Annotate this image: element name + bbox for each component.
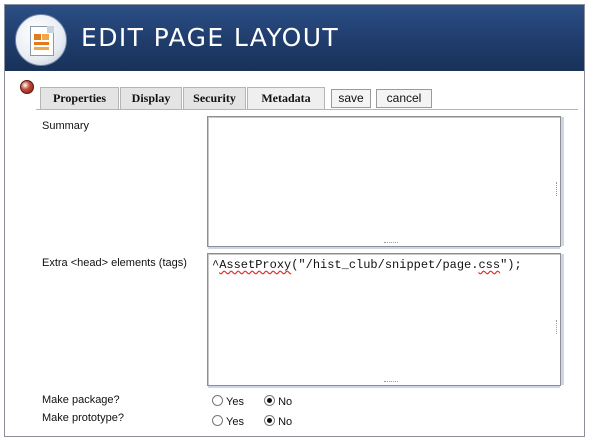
extra-head-textarea[interactable]: ^AssetProxy("/hist_club/snippet/page.css…: [207, 253, 564, 388]
make-package-label: Make package?: [42, 394, 120, 406]
tab-metadata[interactable]: Metadata: [247, 87, 325, 109]
make-prototype-no-label: No: [278, 416, 293, 428]
make-prototype-yes-label: Yes: [226, 416, 244, 428]
extra-head-label: Extra <head> elements (tags): [42, 257, 187, 269]
make-package-yes-label: Yes: [226, 396, 244, 408]
tab-security[interactable]: Security: [183, 87, 246, 109]
resize-bar-right[interactable]: [561, 254, 564, 385]
make-prototype-radio-group: Yes No: [212, 415, 292, 428]
resize-grip[interactable]: [384, 242, 398, 245]
summary-textarea[interactable]: [207, 116, 564, 249]
make-package-no-label: No: [278, 396, 293, 408]
edit-page-layout-window: EDIT PAGE LAYOUT Properties Display Secu…: [4, 4, 585, 437]
make-package-no-radio[interactable]: [264, 395, 276, 406]
resize-bar-right[interactable]: [561, 117, 564, 246]
status-globe-icon: [20, 80, 34, 94]
document-icon: [30, 26, 54, 56]
page-layout-icon: [15, 14, 67, 66]
extra-head-value: ^AssetProxy("/hist_club/snippet/page.css…: [212, 258, 522, 272]
metadata-panel: Summary Extra <head> elements (tags) ^As…: [36, 109, 578, 430]
tab-display[interactable]: Display: [120, 87, 182, 109]
save-button[interactable]: save: [331, 89, 371, 108]
make-prototype-yes-radio[interactable]: [212, 415, 223, 426]
make-package-radio-group: Yes No: [212, 395, 292, 408]
resize-bar-bottom[interactable]: [208, 386, 560, 388]
resize-grip-vertical[interactable]: [556, 319, 559, 334]
make-prototype-label: Make prototype?: [42, 412, 124, 424]
resize-grip-vertical[interactable]: [556, 181, 559, 196]
window-title: EDIT PAGE LAYOUT: [81, 23, 340, 52]
make-package-yes-radio[interactable]: [212, 395, 223, 406]
make-prototype-no-radio[interactable]: [264, 415, 276, 426]
tab-properties[interactable]: Properties: [40, 87, 119, 109]
summary-label: Summary: [42, 120, 90, 132]
resize-bar-bottom[interactable]: [208, 247, 560, 249]
window-titlebar: EDIT PAGE LAYOUT: [5, 5, 584, 71]
resize-grip[interactable]: [384, 381, 398, 384]
cancel-button[interactable]: cancel: [376, 89, 432, 108]
